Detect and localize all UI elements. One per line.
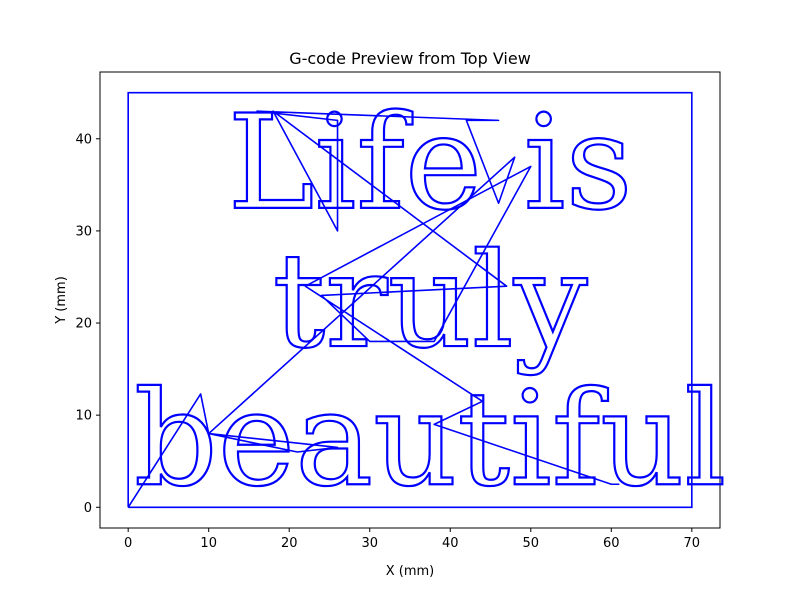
y-tick-label: 10 xyxy=(75,409,92,424)
x-tick-label: 10 xyxy=(200,536,217,551)
y-tick-label: 30 xyxy=(75,224,92,239)
engraved-text-line: beautiful xyxy=(134,363,726,515)
engraved-text-line: Life is xyxy=(228,87,633,239)
x-tick-label: 30 xyxy=(361,536,378,551)
x-tick-label: 40 xyxy=(442,536,459,551)
y-axis-ticks: 0 10 20 30 40 xyxy=(75,132,100,516)
y-tick-label: 20 xyxy=(75,317,92,332)
engraved-text-line: truly xyxy=(273,225,588,377)
x-tick-label: 20 xyxy=(281,536,298,551)
x-tick-label: 60 xyxy=(603,536,620,551)
y-tick-label: 40 xyxy=(75,132,92,147)
x-tick-label: 50 xyxy=(523,536,540,551)
x-axis-label: X (mm) xyxy=(386,564,435,579)
gcode-chart: G-code Preview from Top View Life istrul… xyxy=(54,49,727,579)
chart-title: G-code Preview from Top View xyxy=(289,49,531,68)
y-axis-label: Y (mm) xyxy=(54,276,69,325)
x-axis-ticks: 0 10 20 30 40 50 60 70 xyxy=(124,528,700,551)
plot-area: Life istrulybeautiful xyxy=(127,86,727,516)
x-tick-label: 70 xyxy=(684,536,701,551)
x-tick-label: 0 xyxy=(124,536,132,551)
y-tick-label: 0 xyxy=(84,501,92,516)
